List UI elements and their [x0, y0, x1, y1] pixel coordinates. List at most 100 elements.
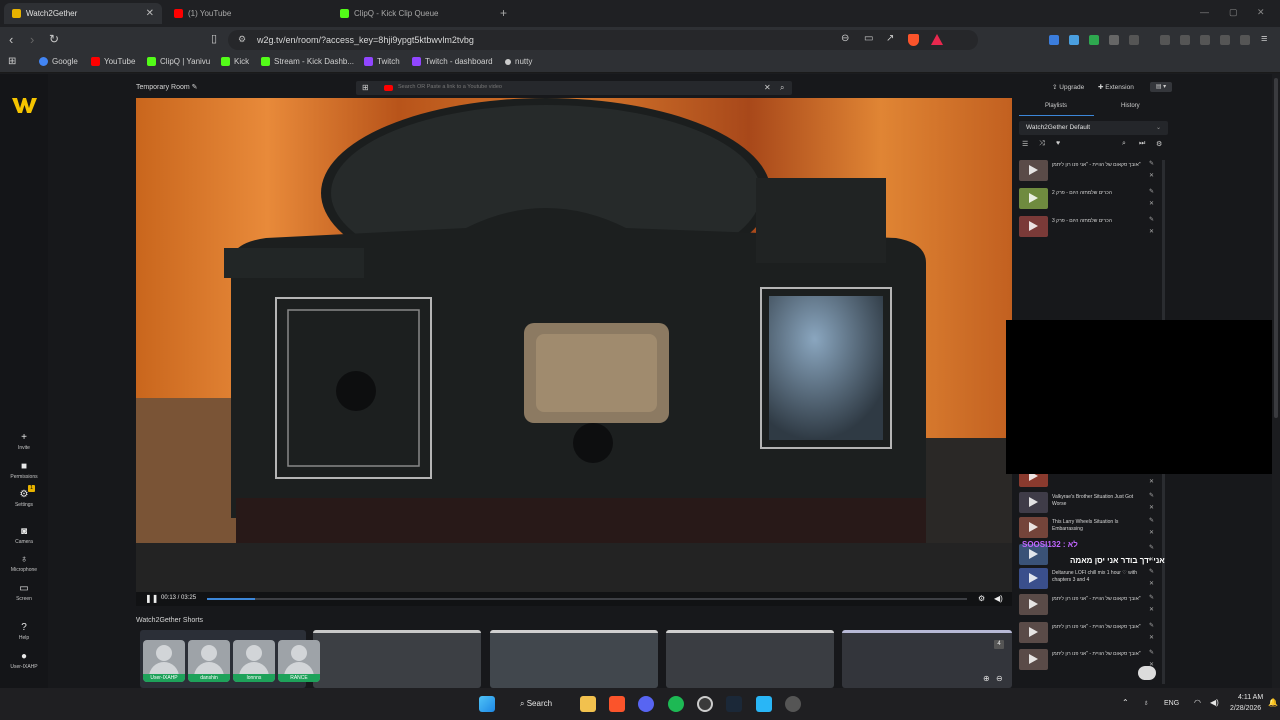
room-name[interactable]: Temporary Room ✎ — [136, 83, 198, 91]
edit-icon[interactable]: ✎ — [192, 84, 198, 91]
minimize-icon[interactable]: — — [1200, 7, 1209, 17]
tab-playlists[interactable]: Playlists — [1045, 103, 1067, 109]
video-player[interactable] — [136, 98, 1012, 592]
playlist-item[interactable]: אובך סקאום של הוויית - "אני פנו רון ליתמ… — [1017, 158, 1162, 184]
edit-icon[interactable]: ✎ — [1149, 492, 1154, 499]
close-window-icon[interactable]: ✕ — [1257, 7, 1265, 18]
screen-button[interactable]: ▭ Screen — [0, 583, 48, 602]
bookmark-icon[interactable]: ▯ — [211, 33, 217, 46]
page-scrollbar[interactable] — [1272, 74, 1280, 688]
gear-icon[interactable]: ⚙ — [1156, 140, 1162, 148]
playlist-item[interactable]: אובך סקאום של הוויית - "אני פנו רון ליתמ… — [1017, 620, 1162, 646]
sidebar-icon[interactable] — [1180, 35, 1190, 45]
watch2gether-logo[interactable] — [12, 96, 37, 114]
bookmark-twitch-dashboard[interactable]: Twitch - dashboard — [412, 57, 493, 66]
music-icon[interactable] — [1160, 35, 1170, 45]
edit-icon[interactable]: ✎ — [1149, 594, 1154, 601]
playlist-item[interactable]: הכרים שלמחזה היום - פרק 3 ✎ ✕ — [1017, 214, 1162, 240]
wallet-icon[interactable] — [1200, 35, 1210, 45]
volume-icon[interactable]: ◀) — [1210, 698, 1219, 707]
edit-icon[interactable]: ✎ — [1149, 544, 1154, 551]
playlist-select[interactable]: Watch2Gether Default ⌄ — [1019, 121, 1168, 135]
edit-icon[interactable]: ✎ — [1149, 517, 1154, 524]
obs-icon[interactable] — [697, 696, 713, 712]
help-button[interactable]: ? Help — [0, 622, 48, 641]
skip-icon[interactable]: ⏭ — [1139, 140, 1145, 148]
bookmark-kick-dashboard[interactable]: Stream - Kick Dashb... — [261, 57, 354, 66]
steam-icon[interactable] — [726, 696, 742, 712]
user-profile-button[interactable]: ● User-IXAHP — [0, 651, 48, 670]
seek-bar[interactable] — [207, 598, 967, 600]
windows-start-icon[interactable] — [479, 696, 495, 712]
file-explorer-icon[interactable] — [580, 696, 596, 712]
taskbar-search[interactable]: ⌕ Search — [520, 699, 552, 709]
edit-icon[interactable]: ✎ — [1149, 649, 1154, 656]
remove-icon[interactable]: ✕ — [1149, 478, 1154, 485]
zoom-out-icon[interactable]: ⊖ — [996, 674, 1003, 683]
reload-icon[interactable]: ↻ — [49, 33, 59, 46]
bookmark-clipq[interactable]: ClipQ | Yanivu — [147, 57, 210, 66]
bookmark-google[interactable]: Google — [39, 57, 78, 66]
brave-icon[interactable] — [609, 696, 625, 712]
site-info-icon[interactable]: ⚙ — [238, 34, 246, 45]
video-search-bar[interactable]: ⊞ Search OR Paste a link to a Youtube vi… — [356, 81, 792, 95]
remove-icon[interactable]: ✕ — [1149, 228, 1154, 235]
bookmark-kick[interactable]: Kick — [221, 57, 249, 66]
extension-icon[interactable] — [1049, 35, 1059, 45]
search-icon[interactable]: ⌕ — [1122, 140, 1126, 148]
zoom-in-icon[interactable]: ⊕ — [983, 674, 990, 683]
camera-button[interactable]: ◙ Camera — [0, 526, 48, 545]
discord-icon[interactable] — [638, 696, 654, 712]
edit-icon[interactable]: ✎ — [1149, 188, 1154, 195]
maximize-icon[interactable]: ▢ — [1229, 7, 1238, 18]
settings-button[interactable]: ⚙ Settings 1 — [0, 485, 48, 508]
remove-icon[interactable]: ✕ — [1149, 200, 1154, 207]
extension-icon[interactable] — [1109, 35, 1119, 45]
microphone-button[interactable]: ♁ Microphone — [0, 554, 48, 573]
edit-icon[interactable]: ✎ — [1149, 622, 1154, 629]
bookmark-nutty[interactable]: nutty — [505, 57, 532, 66]
menu-icon[interactable]: ≡ — [1261, 33, 1267, 46]
remove-icon[interactable]: ✕ — [1149, 580, 1154, 587]
clock-time[interactable]: 4:11 AM — [1238, 694, 1263, 701]
playlist-item[interactable]: This Larry Wheels Situation Is Embarrass… — [1017, 515, 1162, 541]
tab-history[interactable]: History — [1121, 103, 1140, 109]
short-thumbnail[interactable] — [490, 630, 658, 688]
user-tile[interactable]: danshin — [188, 640, 230, 682]
app-icon[interactable] — [785, 696, 801, 712]
clock-date[interactable]: 2/28/2026 — [1230, 705, 1261, 712]
short-thumbnail[interactable] — [313, 630, 481, 688]
leo-icon[interactable] — [1220, 35, 1230, 45]
playlist-item[interactable]: Deltarune LOFI chill mix 1 hour ♡ with c… — [1017, 566, 1162, 592]
vpn-icon[interactable] — [1240, 35, 1250, 45]
user-tile[interactable]: User-IXAHP — [143, 640, 185, 682]
remove-icon[interactable]: ✕ — [1149, 172, 1154, 179]
list-icon[interactable]: ☰ — [1022, 140, 1028, 148]
layout-toggle-button[interactable]: ▤ ▾ — [1150, 82, 1172, 92]
close-tab-icon[interactable]: ✕ — [146, 8, 154, 19]
remove-icon[interactable]: ✕ — [1149, 634, 1154, 641]
playlist-item[interactable]: אובך סקאום של הוויית - "אני פנו רון ליתמ… — [1017, 592, 1162, 618]
tray-chevron-icon[interactable]: ⌃ — [1122, 698, 1129, 707]
clear-icon[interactable]: ✕ — [764, 83, 771, 92]
notifications-icon[interactable]: 🔔 — [1268, 698, 1278, 707]
app-icon[interactable] — [756, 696, 772, 712]
heart-icon[interactable]: ♥ — [1056, 140, 1060, 147]
install-icon[interactable]: ▭ — [864, 33, 873, 44]
microphone-icon[interactable]: ♁ — [1143, 698, 1149, 707]
translate-icon[interactable] — [1069, 35, 1079, 45]
url-field[interactable]: ⚙ w2g.tv/en/room/?access_key=8hji9ypgt5k… — [228, 30, 978, 50]
upgrade-button[interactable]: ⇪ Upgrade — [1052, 83, 1084, 91]
forward-icon[interactable]: › — [30, 33, 34, 46]
pause-icon[interactable]: ❚❚ — [145, 594, 158, 603]
extension-button[interactable]: ✚ Extension — [1098, 83, 1134, 91]
search-input[interactable]: Search OR Paste a link to a Youtube vide… — [398, 84, 502, 90]
wifi-icon[interactable]: ◠ — [1194, 698, 1201, 707]
brave-shield-icon[interactable] — [908, 34, 919, 46]
playlist-item[interactable]: Valkyrae's Brother Situation Just Got Wo… — [1017, 490, 1162, 516]
puzzle-icon[interactable] — [1129, 35, 1139, 45]
tab-clipq[interactable]: ClipQ - Kick Clip Queue — [332, 3, 492, 24]
grid-icon[interactable]: ⊞ — [362, 83, 369, 92]
playlist-item[interactable]: הכרים שלמחזה היום - פרק 2 ✎ ✕ — [1017, 186, 1162, 212]
settings-icon[interactable]: ⚙ — [978, 594, 985, 603]
